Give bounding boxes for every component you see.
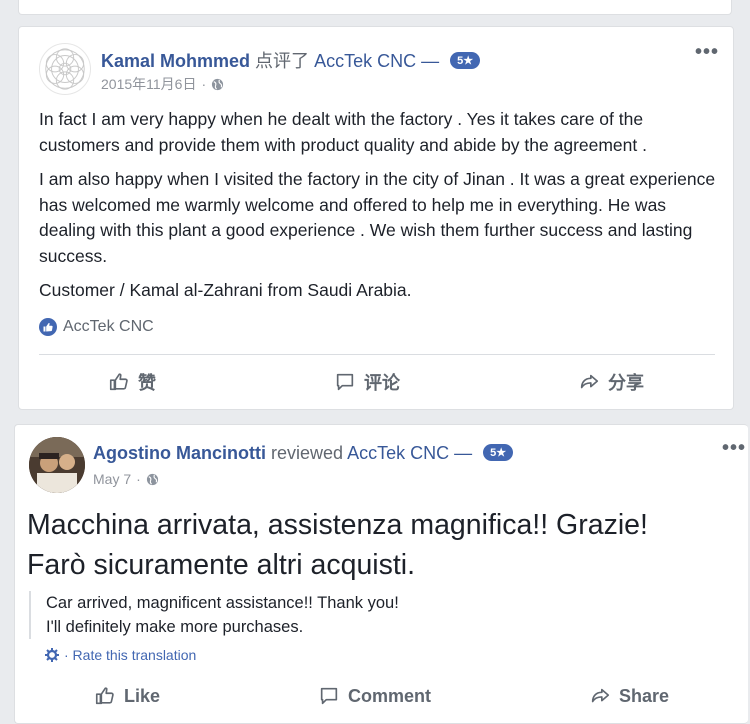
rate-translation-link[interactable]: · Rate this translation <box>45 647 196 663</box>
rating-badge: 5★ <box>450 52 481 69</box>
action-bar: 赞 评论 分享 <box>19 369 733 395</box>
previous-post-edge <box>18 0 732 15</box>
action-verb: 点评了 <box>255 51 310 71</box>
more-options-button[interactable]: ••• <box>695 41 719 64</box>
meta-separator: · <box>136 471 141 487</box>
translation-block: Car arrived, magnificent assistance!! Th… <box>29 591 399 639</box>
rating-badge: 5★ <box>483 444 514 461</box>
share-button[interactable]: 分享 <box>578 369 644 395</box>
meta-separator: · <box>201 76 207 92</box>
page-link[interactable]: AccTek CNC — <box>347 443 472 463</box>
like-reaction-icon <box>39 318 57 336</box>
share-label: Share <box>618 685 669 706</box>
post-date[interactable]: 2015年11月6日 <box>101 74 196 94</box>
more-options-button[interactable]: ••• <box>722 437 746 460</box>
share-icon <box>591 688 610 703</box>
like-label: 赞 <box>138 373 156 393</box>
page-like-indicator[interactable]: AccTek CNC <box>39 318 154 336</box>
author-name[interactable]: Kamal Mohmmed <box>101 51 250 71</box>
action-bar: Like Comment Share <box>15 685 748 707</box>
review-paragraph: Customer / Kamal al-Zahrani from Saudi A… <box>39 280 412 300</box>
avatar[interactable] <box>29 437 85 493</box>
page-link[interactable]: AccTek CNC — <box>314 51 439 71</box>
like-button[interactable]: 赞 <box>108 369 156 395</box>
comment-icon <box>336 373 354 391</box>
review-post-1: Kamal Mohmmed 点评了 AccTek CNC — 5★ 2015年1… <box>18 26 734 410</box>
action-verb: reviewed <box>271 443 344 463</box>
post-header: Agostino Mancinotti reviewed AccTek CNC … <box>93 443 514 464</box>
post-meta: 2015年11月6日 · <box>101 74 224 94</box>
comment-button[interactable]: 评论 <box>334 369 400 395</box>
share-icon <box>580 374 599 389</box>
comment-icon <box>320 687 338 705</box>
thumbs-up-icon <box>95 687 114 705</box>
page-like-label: AccTek CNC <box>63 318 154 335</box>
post-meta: May 7 · <box>93 471 159 487</box>
comment-label: 评论 <box>364 373 400 393</box>
post-header: Kamal Mohmmed 点评了 AccTek CNC — 5★ <box>101 47 481 73</box>
profile-photo-icon <box>29 437 85 493</box>
translation-line: Car arrived, magnificent assistance!! Th… <box>46 594 399 612</box>
author-name[interactable]: Agostino Mancinotti <box>93 443 266 463</box>
review-paragraph: I am also happy when I visited the facto… <box>39 169 716 266</box>
globe-icon <box>212 78 224 90</box>
gear-icon <box>45 648 59 662</box>
post-date[interactable]: May 7 <box>93 471 131 487</box>
share-button[interactable]: Share <box>589 685 669 707</box>
review-paragraph: In fact I am very happy when he dealt wi… <box>39 109 647 155</box>
comment-label: Comment <box>347 685 431 706</box>
action-divider <box>39 354 715 355</box>
thumbs-up-icon <box>109 373 128 391</box>
avatar[interactable] <box>39 43 91 95</box>
translation-line: I'll definitely make more purchases. <box>46 618 304 636</box>
review-line: Macchina arrivata, assistenza magnifica!… <box>27 509 648 541</box>
like-button[interactable]: Like <box>94 685 160 707</box>
share-label: 分享 <box>608 373 644 393</box>
review-line: Farò sicuramente altri acquisti. <box>27 549 416 581</box>
comment-button[interactable]: Comment <box>318 685 431 707</box>
review-original-text: Macchina arrivata, assistenza magnifica!… <box>27 505 747 585</box>
review-post-2: Agostino Mancinotti reviewed AccTek CNC … <box>14 424 748 724</box>
rate-translation-label: · Rate this translation <box>64 647 197 663</box>
like-label: Like <box>123 685 161 706</box>
globe-icon <box>146 473 158 485</box>
mandala-logo-icon <box>45 48 85 90</box>
